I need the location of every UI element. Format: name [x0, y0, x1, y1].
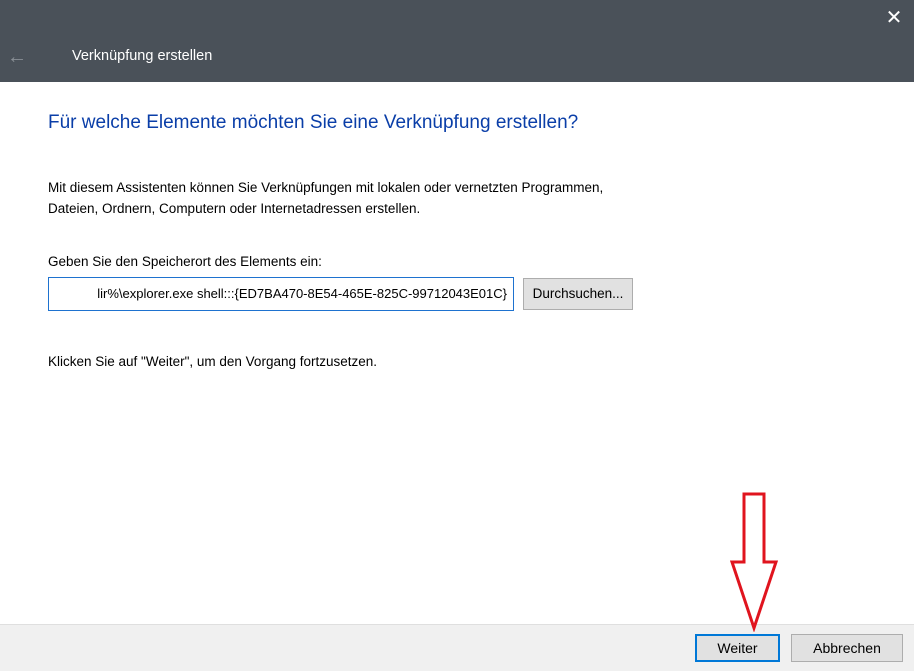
next-button[interactable]: Weiter	[695, 634, 780, 662]
cancel-button[interactable]: Abbrechen	[791, 634, 903, 662]
location-label: Geben Sie den Speicherort des Elements e…	[48, 254, 322, 269]
page-heading: Für welche Elemente möchten Sie eine Ver…	[48, 112, 579, 133]
window-title: Verknüpfung erstellen	[72, 48, 213, 64]
back-arrow-icon[interactable]: ←	[2, 42, 32, 72]
annotation-arrow-icon	[730, 492, 778, 632]
browse-button[interactable]: Durchsuchen...	[523, 278, 633, 310]
wizard-description: Mit diesem Assistenten können Sie Verknü…	[48, 180, 604, 216]
continue-hint: Klicken Sie auf "Weiter", um den Vorgang…	[48, 354, 378, 369]
title-bar: ← Verknüpfung erstellen ✕	[0, 0, 914, 82]
location-input[interactable]: lir%\explorer.exe shell:::{ED7BA470-8E54…	[48, 277, 514, 311]
close-icon[interactable]: ✕	[880, 4, 908, 32]
